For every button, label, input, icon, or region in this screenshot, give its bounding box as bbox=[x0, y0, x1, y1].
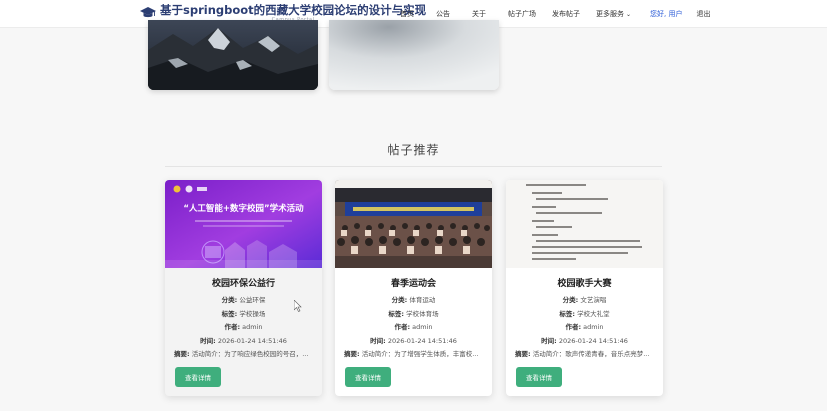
post-time: 时间: 2026-01-24 14:51:46 bbox=[541, 336, 628, 345]
post-author: 作者: admin bbox=[565, 323, 604, 331]
section-title: 帖子推荐 bbox=[387, 143, 440, 157]
post-title: 春季运动会 bbox=[390, 279, 436, 289]
nav-home[interactable]: 首页 bbox=[400, 9, 414, 19]
post-card-image bbox=[335, 180, 492, 268]
nav-more-label: 更多服务 bbox=[596, 10, 624, 18]
post-title: 校园歌手大赛 bbox=[557, 279, 612, 289]
post-category: 分类: 体育运动 bbox=[391, 296, 436, 304]
carousel-image-mountain[interactable] bbox=[148, 20, 318, 90]
nav-about[interactable]: 关于 bbox=[472, 9, 486, 19]
mouse-cursor-icon bbox=[294, 300, 302, 312]
nav-more-services[interactable]: 更多服务 ⌄ bbox=[596, 9, 631, 19]
post-meta: 分类: 体育运动 标签: 学校体育场 作者: admin 时间: 2026-01… bbox=[335, 294, 492, 362]
post-card-image: “人工智能+数字校园”学术活动 bbox=[165, 180, 322, 268]
post-author: 作者: admin bbox=[224, 323, 263, 331]
carousel-image-blur[interactable] bbox=[329, 20, 499, 90]
nav-post-square[interactable]: 帖子广场 bbox=[508, 9, 536, 19]
post-card[interactable]: “人工智能+数字校园”学术活动 校园环保公益行 分类: 公益环保 标签: 学校操… bbox=[165, 180, 322, 396]
post-summary: 摘要: 活动简介：为了响应绿色校园的号召，... bbox=[174, 350, 309, 358]
view-details-button[interactable]: 查看详情 bbox=[175, 367, 221, 387]
post-summary: 摘要: 活动简介：为了增强学生体质，丰富校... bbox=[344, 350, 479, 358]
post-tag: 标签: 学校大礼堂 bbox=[559, 309, 610, 318]
post-time: 时间: 2026-01-24 14:51:46 bbox=[200, 336, 287, 345]
view-details-button[interactable]: 查看详情 bbox=[345, 367, 391, 387]
post-category: 分类: 文艺演唱 bbox=[562, 296, 607, 304]
view-details-button[interactable]: 查看详情 bbox=[516, 367, 562, 387]
user-greeting[interactable]: 您好, 用户 bbox=[650, 9, 682, 19]
nav-publish-post[interactable]: 发布帖子 bbox=[552, 9, 580, 19]
post-author: 作者: admin bbox=[394, 323, 433, 331]
graduation-cap-icon bbox=[140, 7, 156, 18]
post-summary: 摘要: 活动简介：歌声传递青春，音乐点亮梦... bbox=[515, 350, 650, 358]
post-card-image bbox=[506, 180, 663, 268]
chevron-down-icon: ⌄ bbox=[626, 11, 632, 18]
logout-link[interactable]: 退出 bbox=[696, 9, 710, 19]
post-tag: 标签: 学校体育场 bbox=[388, 309, 439, 318]
post-card[interactable]: 春季运动会 分类: 体育运动 标签: 学校体育场 作者: admin 时间: 2… bbox=[335, 180, 492, 396]
post-card[interactable]: 校园歌手大赛 分类: 文艺演唱 标签: 学校大礼堂 作者: admin 时间: … bbox=[506, 180, 663, 396]
post-title: 校园环保公益行 bbox=[211, 279, 275, 289]
blurred-image bbox=[329, 20, 499, 90]
post-time: 时间: 2026-01-24 14:51:46 bbox=[370, 336, 457, 345]
section-divider bbox=[165, 166, 662, 167]
post-meta: 分类: 文艺演唱 标签: 学校大礼堂 作者: admin 时间: 2026-01… bbox=[506, 294, 663, 362]
site-title: 基于springboot的西藏大学校园论坛的设计与实现 bbox=[160, 3, 427, 17]
nav-notice[interactable]: 公告 bbox=[436, 9, 450, 19]
banner-text: “人工智能+数字校园”学术活动 bbox=[183, 204, 304, 214]
mountain-image bbox=[148, 20, 318, 90]
